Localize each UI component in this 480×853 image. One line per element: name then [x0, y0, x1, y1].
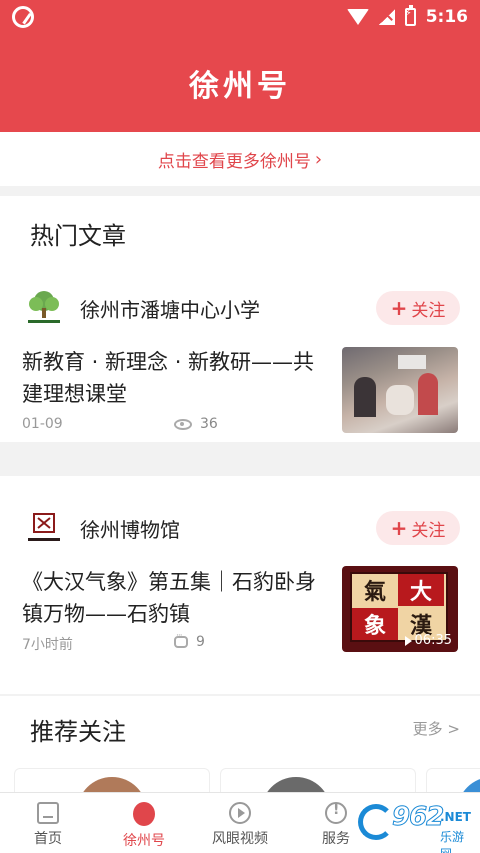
thumb-char: 氣	[363, 579, 386, 605]
video-duration: 06:35	[404, 633, 452, 648]
eye-icon	[174, 418, 192, 430]
play-icon	[404, 635, 412, 646]
recommend-more-link[interactable]: 更多 >	[413, 718, 460, 739]
view-count: 36	[174, 416, 218, 432]
article-title[interactable]: 《大汉气象》第五集｜石豹卧身镇万物——石豹镇	[22, 566, 328, 630]
watermark-ring-icon	[358, 804, 394, 840]
article-date: 7小时前	[22, 637, 73, 653]
view-count-value: 36	[200, 416, 218, 432]
nav-item-home[interactable]: 首页	[0, 793, 96, 853]
nav-item-xuzhou[interactable]: 徐州号	[96, 793, 192, 853]
recommend-item[interactable]	[220, 768, 416, 792]
service-icon	[325, 802, 347, 824]
avatar	[457, 777, 480, 792]
status-time: 5:16	[425, 7, 468, 27]
hot-articles-card: 热门文章 徐州市潘塘中心小学 + 关注 新教育 · 新理念 · 新教研——共建理…	[0, 196, 480, 442]
video-thumbnail[interactable]: 氣 大 象 漢 06:35	[342, 566, 458, 652]
avatar	[261, 777, 331, 792]
article-title[interactable]: 新教育 · 新理念 · 新教研——共建理想课堂	[22, 346, 328, 410]
battery-icon	[404, 5, 416, 26]
status-bar: 5:16	[0, 0, 480, 34]
account-row: 徐州市潘塘中心小学 + 关注	[0, 280, 480, 336]
watermark-net: .NET	[440, 810, 471, 824]
page-title: 徐州号	[189, 69, 291, 104]
thumb-char: 象	[352, 608, 398, 640]
account-row: 徐州博物馆 + 关注	[0, 500, 480, 556]
play-icon	[229, 802, 251, 824]
nav-label: 首页	[34, 831, 62, 847]
recommend-item[interactable]	[426, 768, 480, 792]
thumb-char: 大	[398, 574, 444, 606]
account-name[interactable]: 徐州博物馆	[80, 514, 180, 543]
recommend-item[interactable]	[14, 768, 210, 792]
school-logo-icon[interactable]	[24, 288, 64, 328]
watermark-text: 962	[391, 802, 444, 833]
article-card-museum: 徐州博物馆 + 关注 《大汉气象》第五集｜石豹卧身镇万物——石豹镇 7小时前 9…	[0, 476, 480, 694]
comment-count: 9	[174, 631, 205, 650]
chevron-right-icon: ›	[314, 148, 323, 170]
watermark-logo: 962 .NET 乐游网	[354, 800, 474, 853]
status-indicators: 5:16	[346, 5, 468, 27]
plus-icon: +	[390, 516, 408, 540]
follow-button[interactable]: + 关注	[376, 511, 460, 545]
nav-item-video[interactable]: 风眼视频	[192, 793, 288, 853]
app-notification-icon	[12, 6, 34, 28]
article-thumbnail[interactable]	[342, 347, 458, 433]
account-name[interactable]: 徐州市潘塘中心小学	[80, 294, 260, 323]
section-title-hot-articles: 热门文章	[30, 222, 126, 250]
recommend-card: 推荐关注 更多 >	[0, 696, 480, 792]
comment-icon	[174, 631, 188, 648]
nav-label: 徐州号	[123, 833, 165, 849]
signal-icon	[378, 9, 395, 25]
video-duration-value: 06:35	[414, 633, 452, 648]
article-date: 01-09	[22, 416, 63, 432]
nav-label: 服务	[322, 831, 350, 847]
page-header: 徐州号	[0, 34, 480, 132]
comment-count-value: 9	[196, 634, 205, 650]
more-accounts-label: 点击查看更多徐州号	[157, 151, 311, 172]
home-icon	[37, 802, 59, 824]
museum-logo-icon[interactable]	[24, 508, 64, 548]
plus-icon: +	[390, 296, 408, 320]
watermark-sub: 乐游网	[440, 830, 465, 853]
follow-button[interactable]: + 关注	[376, 291, 460, 325]
follow-label: 关注	[411, 300, 446, 321]
nav-label: 风眼视频	[212, 831, 268, 847]
xuzhou-icon	[133, 802, 155, 826]
section-title-recommend: 推荐关注	[30, 718, 126, 746]
follow-label: 关注	[411, 520, 446, 541]
wifi-icon	[346, 9, 369, 25]
more-accounts-link[interactable]: 点击查看更多徐州号 ›	[0, 132, 480, 186]
avatar	[77, 777, 147, 792]
